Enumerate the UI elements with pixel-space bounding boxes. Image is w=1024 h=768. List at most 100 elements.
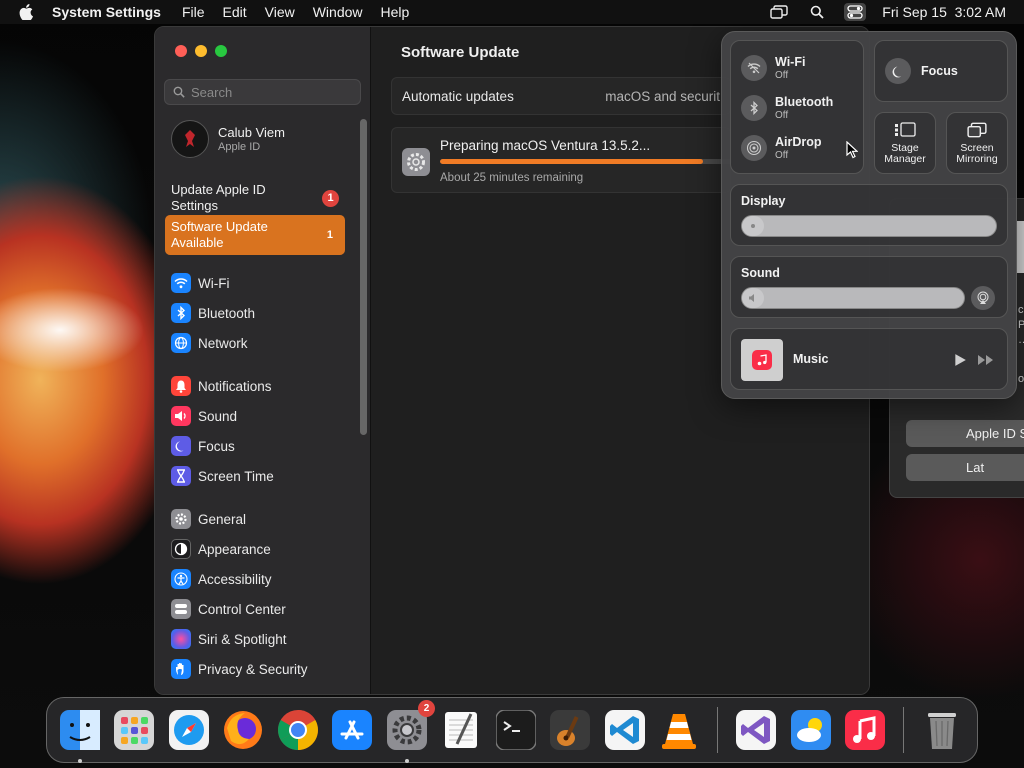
sidebar-item-label: Appearance xyxy=(198,541,271,557)
sidebar-item-label: Bluetooth xyxy=(198,305,256,321)
dock-app-app-store-icon[interactable] xyxy=(328,706,377,755)
toggles-icon xyxy=(171,599,191,619)
cc-stage-manager-label: Stage Manager xyxy=(884,141,926,165)
dock-app-terminal-icon[interactable] xyxy=(491,706,540,755)
gear-icon xyxy=(171,509,191,529)
apple-menu-icon[interactable] xyxy=(0,4,52,20)
cc-wifi-toggle[interactable]: Wi-Fi Off xyxy=(741,55,805,81)
control-center-panel: Wi-Fi Off Bluetooth Off AirDrop Off Focu… xyxy=(721,31,1017,399)
dock-app-system-settings-icon[interactable]: 2 xyxy=(382,699,435,763)
airdrop-icon xyxy=(741,135,767,161)
dock-app-textedit-icon[interactable] xyxy=(437,706,486,755)
music-album-art[interactable] xyxy=(741,339,783,381)
zoom-window-button[interactable] xyxy=(215,45,227,57)
update-apple-id-settings-item[interactable]: Update Apple ID Settings 1 xyxy=(165,179,345,217)
sidebar-item-label: Accessibility xyxy=(198,571,272,587)
dock-app-vscode-icon[interactable] xyxy=(600,706,649,755)
apple-id-settings-button[interactable]: Apple ID S xyxy=(906,420,1024,447)
screen-mirroring-menu-icon[interactable] xyxy=(768,3,790,21)
sidebar-item-focus[interactable]: Focus xyxy=(171,431,351,461)
spotlight-search-icon[interactable] xyxy=(806,3,828,21)
menu-view[interactable]: View xyxy=(256,4,304,20)
update-progress-card: Preparing macOS Ventura 13.5.2... About … xyxy=(391,127,732,193)
automatic-updates-value: macOS and securit xyxy=(605,88,720,104)
dock-running-indicator xyxy=(404,758,409,763)
cc-bluetooth-status: Off xyxy=(775,110,789,121)
display-brightness-slider[interactable] xyxy=(741,215,997,237)
sidebar-item-wifi[interactable]: Wi-Fi xyxy=(171,268,351,298)
sound-volume-slider[interactable] xyxy=(741,287,965,309)
apple-id-account[interactable]: Calub Viem Apple ID xyxy=(171,120,285,158)
window-controls xyxy=(175,45,227,57)
fast-forward-icon[interactable] xyxy=(977,354,995,366)
mouse-cursor xyxy=(846,141,858,159)
sidebar-item-privacy-security[interactable]: Privacy & Security xyxy=(171,654,351,684)
background-window-text: o xyxy=(1018,373,1024,385)
search-input[interactable] xyxy=(191,84,351,100)
moon-icon xyxy=(171,436,191,456)
dock-separator xyxy=(717,707,718,753)
cc-display-tile: Display xyxy=(730,184,1008,246)
dock-app-music-icon[interactable] xyxy=(841,706,890,755)
update-progress-bar xyxy=(440,159,732,164)
dock-app-vlc-icon[interactable] xyxy=(655,706,704,755)
cc-bluetooth-toggle[interactable]: Bluetooth Off xyxy=(741,95,833,121)
sidebar-item-notifications[interactable]: Notifications xyxy=(171,371,351,401)
cc-stage-manager-tile[interactable]: Stage Manager xyxy=(874,112,936,174)
sidebar-search[interactable] xyxy=(164,79,361,105)
sidebar-item-label: Screen Time xyxy=(198,468,274,484)
sidebar-item-network[interactable]: Network xyxy=(171,328,351,358)
settings-gear-icon xyxy=(402,148,430,176)
wifi-icon xyxy=(171,273,191,293)
sidebar-item-bluetooth[interactable]: Bluetooth xyxy=(171,298,351,328)
sidebar-item-appearance[interactable]: Appearance xyxy=(171,534,351,564)
connectivity-tile: Wi-Fi Off Bluetooth Off AirDrop Off xyxy=(730,40,864,174)
dock: 2 xyxy=(46,697,978,763)
dock-app-visual-studio-icon[interactable] xyxy=(732,706,781,755)
dock-app-chrome-icon[interactable] xyxy=(273,706,322,755)
automatic-updates-row[interactable]: Automatic updates macOS and securit xyxy=(391,77,731,115)
airplay-audio-icon[interactable] xyxy=(971,286,995,310)
bluetooth-icon xyxy=(171,303,191,323)
menu-file[interactable]: File xyxy=(173,4,214,20)
dock-app-safari-icon[interactable] xyxy=(164,706,213,755)
cc-screen-mirroring-label: Screen Mirroring xyxy=(956,141,998,165)
menu-clock[interactable]: Fri Sep 15 3:02 AM xyxy=(882,4,1006,20)
dock-app-trash-icon[interactable] xyxy=(918,706,967,755)
later-button[interactable]: Lat xyxy=(906,454,1024,481)
minimize-window-button[interactable] xyxy=(195,45,207,57)
sidebar-item-label: Notifications xyxy=(198,378,272,394)
sidebar-group-network: Wi-Fi Bluetooth Network xyxy=(171,268,351,358)
menu-window[interactable]: Window xyxy=(304,4,372,20)
dock-app-firefox-icon[interactable] xyxy=(219,706,268,755)
dock-app-garageband-icon[interactable] xyxy=(546,706,595,755)
music-app-icon xyxy=(752,350,772,370)
background-window-text: c xyxy=(1018,304,1024,316)
dock-app-weather-icon[interactable] xyxy=(786,706,835,755)
stage-manager-icon xyxy=(895,121,916,137)
menu-edit[interactable]: Edit xyxy=(214,4,256,20)
menu-app-name[interactable]: System Settings xyxy=(52,4,173,20)
cc-focus-tile[interactable]: Focus xyxy=(874,40,1008,102)
update-progress-fill xyxy=(440,159,703,164)
settings-sidebar: Calub Viem Apple ID Update Apple ID Sett… xyxy=(155,27,371,694)
sidebar-item-siri-spotlight[interactable]: Siri & Spotlight xyxy=(171,624,351,654)
cc-wifi-title: Wi-Fi xyxy=(775,55,806,69)
dock-app-launchpad-icon[interactable] xyxy=(110,706,159,755)
cc-screen-mirroring-tile[interactable]: Screen Mirroring xyxy=(946,112,1008,174)
dock-running-indicator xyxy=(77,758,82,763)
sidebar-item-sound[interactable]: Sound xyxy=(171,401,351,431)
software-update-available-item[interactable]: Software Update Available 1 xyxy=(165,215,345,255)
play-icon[interactable] xyxy=(953,353,967,367)
cc-airdrop-toggle[interactable]: AirDrop Off xyxy=(741,135,822,161)
sidebar-item-control-center[interactable]: Control Center xyxy=(171,594,351,624)
sidebar-scrollbar[interactable] xyxy=(360,119,367,435)
sidebar-item-general[interactable]: General xyxy=(171,504,351,534)
sidebar-item-accessibility[interactable]: Accessibility xyxy=(171,564,351,594)
menu-help[interactable]: Help xyxy=(372,4,419,20)
sidebar-item-label: Control Center xyxy=(198,601,286,617)
control-center-menu-icon[interactable] xyxy=(844,3,867,21)
close-window-button[interactable] xyxy=(175,45,187,57)
sidebar-item-screen-time[interactable]: Screen Time xyxy=(171,461,351,491)
dock-app-finder-icon[interactable] xyxy=(55,706,104,763)
